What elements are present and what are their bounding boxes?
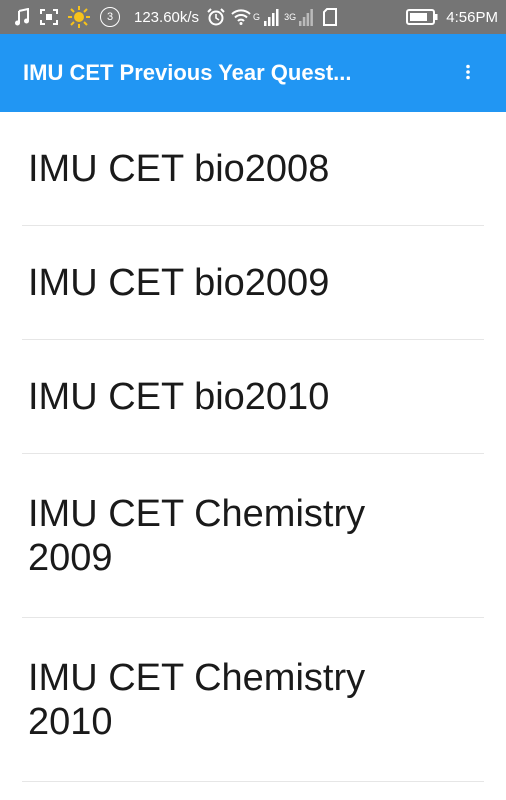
clock: 4:56PM — [446, 8, 498, 26]
network-speed: 123.60k/s — [134, 8, 200, 26]
network-type: 3G — [284, 12, 297, 22]
battery-icon — [406, 9, 438, 25]
sim-icon — [323, 8, 338, 26]
notification-count-icon: 3 — [100, 7, 120, 27]
list-item-label: IMU CET Chemistry 2009 — [28, 492, 366, 579]
app-toolbar: IMU CET Previous Year Quest... — [0, 34, 506, 112]
wifi-type-label: G — [253, 12, 261, 22]
alarm-icon — [207, 8, 225, 26]
sim-signal-icon — [299, 8, 313, 26]
list-item-label: IMU CET Chemistry 2010 — [28, 656, 366, 743]
list-item-label: IMU CET bio2009 — [28, 261, 330, 304]
signal-icon — [264, 8, 280, 26]
list-item[interactable]: IMU CET bio2010 — [0, 340, 506, 453]
screenshot-icon — [40, 9, 58, 25]
list-divider — [22, 781, 484, 782]
overflow-menu-icon[interactable] — [460, 64, 476, 80]
list-item-label: IMU CET bio2010 — [28, 375, 330, 418]
list-item[interactable]: IMU CET Chemistry 2010 — [0, 618, 506, 781]
status-bar: 3 123.60k/s G 3G 4:56PM — [0, 0, 506, 34]
wifi-icon — [231, 9, 251, 25]
music-note-icon — [14, 8, 30, 26]
list-item[interactable]: IMU CET Chemistry 2009 — [0, 454, 506, 617]
question-paper-list: IMU CET bio2008 IMU CET bio2009 IMU CET … — [0, 112, 506, 782]
brightness-icon — [68, 6, 90, 28]
toolbar-title: IMU CET Previous Year Quest... — [23, 60, 352, 85]
list-item[interactable]: IMU CET bio2009 — [0, 226, 506, 339]
list-item[interactable]: IMU CET bio2008 — [0, 112, 506, 225]
list-item-label: IMU CET bio2008 — [28, 147, 330, 190]
